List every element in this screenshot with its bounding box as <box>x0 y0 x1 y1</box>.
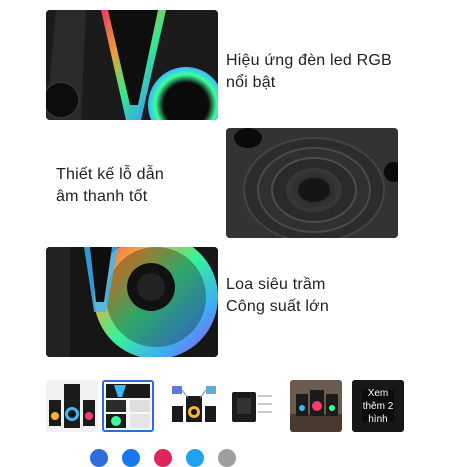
share-row <box>90 449 236 467</box>
pinterest-icon[interactable] <box>154 449 172 467</box>
feature-image-rgb-led <box>46 10 218 120</box>
gallery-thumb-2-active[interactable] <box>102 380 154 432</box>
feature-text-sound-hole: Thiết kế lỗ dẫn âm thanh tốt <box>56 166 164 205</box>
twitter-icon[interactable] <box>186 449 204 467</box>
gallery-thumb-4[interactable] <box>226 380 278 432</box>
feature-text-subwoofer: Loa siêu trầm Công suất lớn <box>226 276 329 315</box>
more-images-overlay[interactable]: Xem thêm 2 hình <box>352 380 404 432</box>
feature-image-sound-hole <box>226 128 398 238</box>
link-icon[interactable] <box>218 449 236 467</box>
gallery-thumb-1[interactable] <box>46 380 98 432</box>
facebook-icon[interactable] <box>122 449 140 467</box>
gallery-thumb-3[interactable] <box>168 380 220 432</box>
gallery-thumb-5[interactable] <box>290 380 342 432</box>
messenger-icon[interactable] <box>90 449 108 467</box>
feature-text-rgb-led: Hiệu ứng đèn led RGB nổi bật <box>226 52 392 91</box>
feature-image-subwoofer <box>46 247 218 357</box>
gallery-thumb-more[interactable]: Xem thêm 2 hình <box>352 380 404 432</box>
